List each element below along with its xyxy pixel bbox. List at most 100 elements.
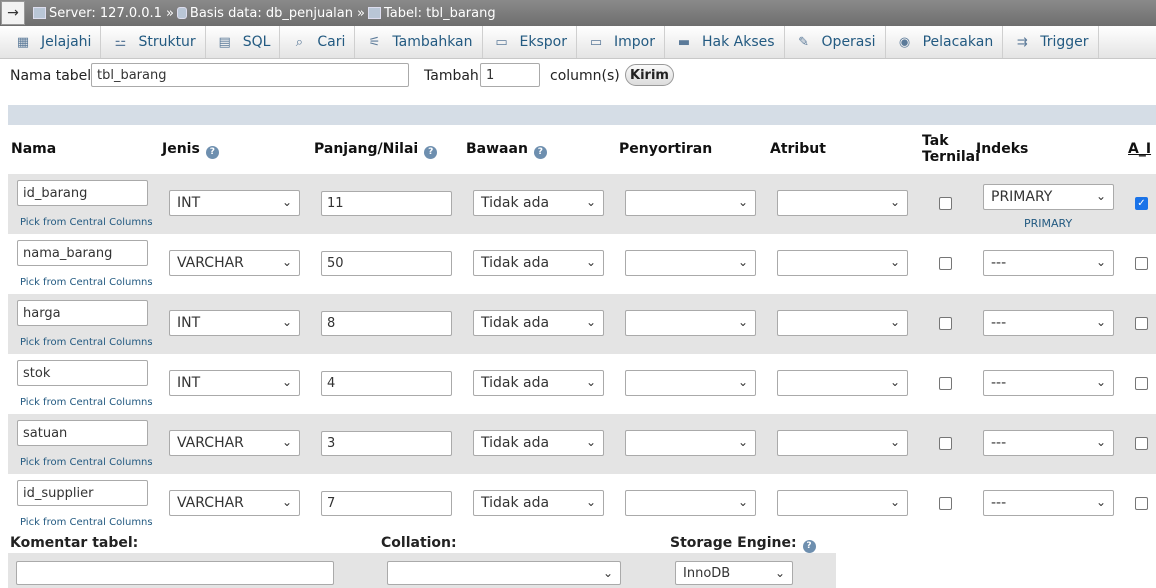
chevron-down-icon: ⌄ — [281, 255, 292, 269]
default-select[interactable]: Tidak ada ⌄ — [473, 310, 604, 336]
type-select[interactable]: VARCHAR ⌄ — [169, 430, 300, 456]
collation-select[interactable]: ⌄ — [625, 370, 756, 396]
tab-pelacakan[interactable]: ◉ Pelacakan — [886, 26, 1004, 58]
type-value: VARCHAR — [177, 495, 244, 511]
help-icon[interactable]: ? — [424, 146, 438, 159]
pick-central-columns-link[interactable]: Pick from Central Columns — [20, 277, 153, 288]
default-select[interactable]: Tidak ada ⌄ — [473, 430, 604, 456]
help-icon[interactable]: ? — [205, 146, 219, 159]
table-name-input[interactable] — [91, 63, 409, 87]
type-select[interactable]: VARCHAR ⌄ — [169, 250, 300, 276]
column-name-input[interactable] — [17, 180, 148, 206]
submit-button[interactable]: Kirim — [625, 64, 674, 86]
length-input[interactable] — [321, 491, 452, 516]
help-icon[interactable]: ? — [802, 540, 816, 553]
help-icon[interactable]: ? — [533, 146, 547, 159]
column-name-input[interactable] — [17, 480, 148, 506]
column-name-input[interactable] — [17, 420, 148, 446]
breadcrumb-database-label[interactable]: Basis data: db_penjualan — [190, 6, 353, 21]
null-checkbox[interactable] — [939, 437, 952, 450]
default-select[interactable]: Tidak ada ⌄ — [473, 190, 604, 216]
attribute-select[interactable]: ⌄ — [777, 190, 908, 216]
collation-select[interactable]: ⌄ — [625, 310, 756, 336]
pick-central-columns-link[interactable]: Pick from Central Columns — [20, 337, 153, 348]
chevron-down-icon: ⌄ — [889, 195, 900, 209]
column-name-input[interactable] — [17, 300, 148, 326]
pick-central-columns-link[interactable]: Pick from Central Columns — [20, 217, 153, 228]
pick-central-columns-link[interactable]: Pick from Central Columns — [20, 397, 153, 408]
tab-struktur[interactable]: ⚍ Struktur — [101, 26, 206, 58]
null-checkbox[interactable] — [939, 317, 952, 330]
add-columns-count-input[interactable] — [480, 63, 540, 87]
eye-icon: ◉ — [898, 34, 911, 50]
column-name-input[interactable] — [17, 240, 148, 266]
auto-increment-checkbox[interactable] — [1135, 377, 1148, 390]
default-select[interactable]: Tidak ada ⌄ — [473, 490, 604, 516]
length-input[interactable] — [321, 371, 452, 396]
auto-increment-checkbox[interactable] — [1135, 317, 1148, 330]
length-input[interactable] — [321, 191, 452, 216]
table-comment-input[interactable] — [16, 561, 334, 585]
collation-select[interactable]: ⌄ — [625, 430, 756, 456]
tab-cari[interactable]: ⌕ Cari — [280, 26, 356, 58]
tab-tambahkan[interactable]: ⚟ Tambahkan — [355, 26, 483, 58]
collapse-arrow-icon[interactable]: → — [1, 1, 25, 25]
null-checkbox[interactable] — [939, 257, 952, 270]
type-select[interactable]: INT ⌄ — [169, 190, 300, 216]
attribute-select[interactable]: ⌄ — [777, 310, 908, 336]
breadcrumb-table-label[interactable]: Tabel: tbl_barang — [384, 6, 496, 21]
table-row: Pick from Central ColumnsVARCHAR⌄Tidak a… — [8, 474, 1156, 534]
breadcrumb-table[interactable]: Tabel: tbl_barang — [367, 6, 496, 21]
auto-increment-checkbox[interactable] — [1135, 497, 1148, 510]
type-select[interactable]: INT ⌄ — [169, 310, 300, 336]
tab-impor[interactable]: ▭ Impor — [577, 26, 665, 58]
storage-engine-select[interactable]: InnoDB ⌄ — [675, 561, 793, 585]
col-header-ai-label: A_I — [1128, 141, 1152, 157]
null-checkbox[interactable] — [939, 197, 952, 210]
attribute-select[interactable]: ⌄ — [777, 430, 908, 456]
null-checkbox[interactable] — [939, 377, 952, 390]
index-select[interactable]: --- ⌄ — [983, 310, 1114, 336]
attribute-select[interactable]: ⌄ — [777, 490, 908, 516]
collation-select[interactable]: ⌄ — [625, 490, 756, 516]
index-select[interactable]: --- ⌄ — [983, 430, 1114, 456]
length-input[interactable] — [321, 311, 452, 336]
table-collation-select[interactable]: ⌄ — [387, 561, 621, 585]
column-name-input[interactable] — [17, 360, 148, 386]
tab-operasi[interactable]: ✎ Operasi — [785, 26, 886, 58]
breadcrumb-server-label[interactable]: Server: 127.0.0.1 — [49, 6, 162, 21]
pick-central-columns-link[interactable]: Pick from Central Columns — [20, 517, 153, 528]
tab-trigger[interactable]: ⇉ Trigger — [1003, 26, 1099, 58]
index-value: --- — [991, 255, 1007, 271]
pick-central-columns-link[interactable]: Pick from Central Columns — [20, 457, 153, 468]
search-icon: ⌕ — [295, 34, 304, 50]
index-value: PRIMARY — [991, 189, 1053, 205]
index-select[interactable]: --- ⌄ — [983, 250, 1114, 276]
index-select[interactable]: --- ⌄ — [983, 490, 1114, 516]
type-select[interactable]: VARCHAR ⌄ — [169, 490, 300, 516]
attribute-select[interactable]: ⌄ — [777, 250, 908, 276]
col-header-name-label: Nama — [11, 141, 57, 157]
breadcrumb-database[interactable]: Basis data: db_penjualan » — [176, 6, 368, 21]
tab-sql[interactable]: ▤ SQL — [206, 26, 281, 58]
type-select[interactable]: INT ⌄ — [169, 370, 300, 396]
index-select[interactable]: --- ⌄ — [983, 370, 1114, 396]
tab-hak-akses[interactable]: ▬ Hak Akses — [665, 26, 785, 58]
length-input[interactable] — [321, 431, 452, 456]
null-checkbox[interactable] — [939, 497, 952, 510]
index-select[interactable]: PRIMARY ⌄ — [983, 184, 1114, 210]
attribute-select[interactable]: ⌄ — [777, 370, 908, 396]
auto-increment-checkbox[interactable] — [1135, 437, 1148, 450]
auto-increment-checkbox[interactable] — [1135, 257, 1148, 270]
collation-select[interactable]: ⌄ — [625, 190, 756, 216]
tab-ekspor[interactable]: ▭ Ekspor — [483, 26, 577, 58]
breadcrumb-server[interactable]: Server: 127.0.0.1 » — [33, 6, 177, 21]
collation-select[interactable]: ⌄ — [625, 250, 756, 276]
chevron-down-icon: ⌄ — [1095, 189, 1106, 203]
length-input[interactable] — [321, 251, 452, 276]
default-select[interactable]: Tidak ada ⌄ — [473, 370, 604, 396]
auto-increment-checkbox[interactable]: ✓ — [1135, 197, 1148, 210]
default-select[interactable]: Tidak ada ⌄ — [473, 250, 604, 276]
tab-jelajahi[interactable]: ▦ Jelajahi — [4, 26, 102, 58]
col-header-attributes-label: Atribut — [770, 141, 826, 157]
